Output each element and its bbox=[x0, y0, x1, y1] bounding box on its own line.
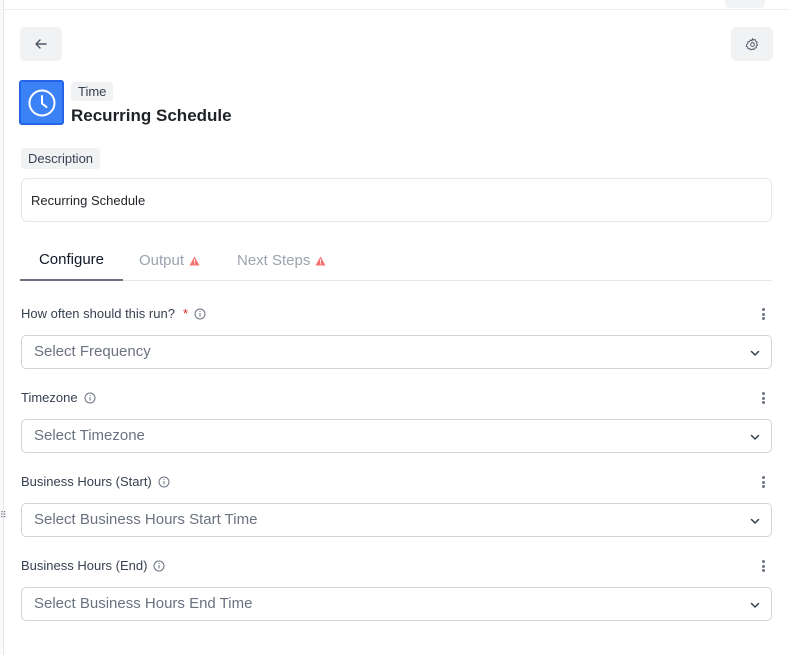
tab-label: Next Steps bbox=[237, 251, 311, 269]
field-label-text: Business Hours (Start) bbox=[21, 474, 152, 489]
tab-bar: Configure Output Next Steps bbox=[20, 240, 772, 281]
select-placeholder: Select Timezone bbox=[34, 427, 145, 444]
field-label-text: How often should this run? bbox=[21, 306, 175, 321]
info-icon[interactable] bbox=[84, 392, 96, 404]
gear-icon bbox=[745, 37, 758, 50]
left-panel-edge bbox=[0, 0, 4, 655]
tab-next-steps[interactable]: Next Steps bbox=[237, 240, 326, 281]
tab-configure[interactable]: Configure bbox=[20, 240, 123, 281]
required-marker: * bbox=[182, 306, 188, 321]
field-label-text: Timezone bbox=[21, 390, 78, 405]
tab-label: Configure bbox=[38, 250, 105, 268]
clock-icon bbox=[28, 89, 55, 116]
business-hours-start-select[interactable]: Select Business Hours Start Time bbox=[21, 503, 772, 537]
select-placeholder: Select Business Hours Start Time bbox=[34, 511, 258, 528]
field-label-business-hours-end: Business Hours (End) bbox=[21, 558, 165, 574]
select-placeholder: Select Frequency bbox=[34, 343, 151, 360]
chevron-down-icon bbox=[750, 602, 760, 608]
field-menu-icon[interactable] bbox=[758, 474, 768, 490]
drag-handle-icon[interactable]: ⠿ bbox=[0, 511, 7, 526]
warning-icon bbox=[189, 256, 200, 265]
description-field[interactable]: Recurring Schedule bbox=[21, 178, 772, 222]
warning-icon bbox=[315, 256, 326, 265]
chevron-down-icon bbox=[750, 350, 760, 356]
back-button[interactable] bbox=[20, 27, 62, 61]
field-menu-icon[interactable] bbox=[758, 390, 768, 406]
top-handle[interactable] bbox=[725, 0, 765, 8]
top-divider bbox=[4, 0, 789, 10]
settings-button[interactable] bbox=[731, 27, 773, 61]
field-menu-icon[interactable] bbox=[758, 306, 768, 322]
select-placeholder: Select Business Hours End Time bbox=[34, 595, 253, 612]
app-icon bbox=[19, 80, 64, 125]
info-icon[interactable] bbox=[194, 308, 206, 320]
business-hours-end-select[interactable]: Select Business Hours End Time bbox=[21, 587, 772, 621]
app-title: Recurring Schedule bbox=[71, 106, 232, 125]
description-label: Description bbox=[21, 148, 101, 169]
timezone-select[interactable]: Select Timezone bbox=[21, 419, 772, 453]
app-tag: Time bbox=[71, 82, 114, 101]
chevron-down-icon bbox=[750, 434, 760, 440]
field-menu-icon[interactable] bbox=[758, 558, 768, 574]
field-label-frequency: How often should this run? * bbox=[21, 306, 206, 322]
field-label-business-hours-start: Business Hours (Start) bbox=[21, 474, 170, 490]
chevron-down-icon bbox=[750, 518, 760, 524]
tab-label: Output bbox=[139, 251, 185, 269]
info-icon[interactable] bbox=[153, 560, 165, 572]
field-label-text: Business Hours (End) bbox=[21, 558, 148, 573]
arrow-left-icon bbox=[35, 39, 47, 49]
tab-output[interactable]: Output bbox=[139, 240, 200, 281]
info-icon[interactable] bbox=[158, 476, 170, 488]
frequency-select[interactable]: Select Frequency bbox=[21, 335, 772, 369]
field-label-timezone: Timezone bbox=[21, 390, 96, 406]
